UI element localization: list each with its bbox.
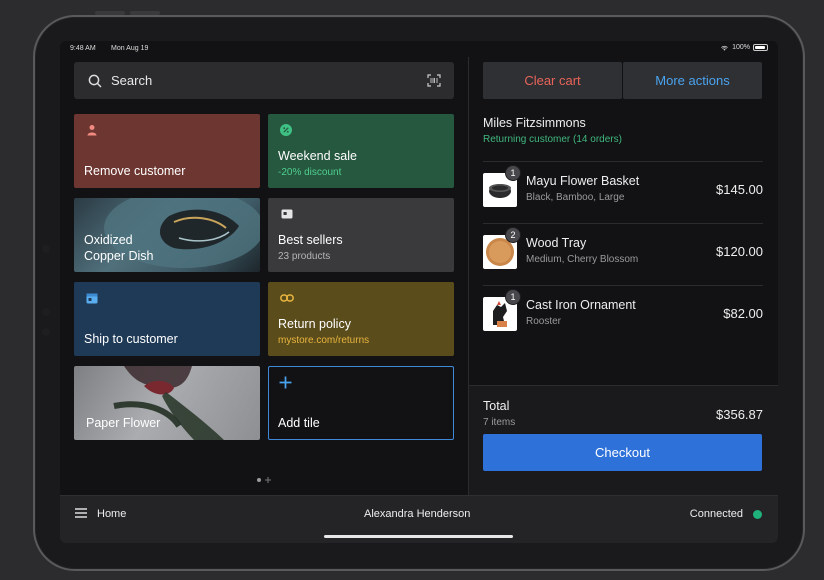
link-icon [280,294,294,302]
tile-grid-pane: Search Remove customer Weekend sale -20%… [60,57,468,495]
cart-pane: Clear cart More actions Miles Fitzsimmon… [469,57,778,495]
tablet-side-sensor [42,328,50,336]
bottom-bar: Home Alexandra Henderson Connected [60,495,778,543]
tile-weekend-sale[interactable]: Weekend sale -20% discount [268,114,454,188]
search-input[interactable]: Search [111,73,152,88]
item-price: $145.00 [716,182,763,197]
tile-label: Ship to customer [84,332,178,346]
tile-label: Oxidized Copper Dish [84,233,154,263]
discount-icon [280,124,292,136]
cart-item[interactable]: 2 Wood Tray Medium, Cherry Blossom $120.… [483,227,763,279]
item-variant: Black, Bamboo, Large [526,192,625,203]
calendar-icon [86,293,98,304]
connection-dot-icon [753,510,762,519]
hamburger-menu-icon[interactable] [75,508,87,518]
home-nav-label[interactable]: Home [97,508,126,520]
total-section: Total 7 items $356.87 Checkout [469,385,778,495]
quantity-badge: 1 [505,289,521,305]
tablet-top-button [95,11,125,15]
tile-paper-flower[interactable]: Paper Flower [74,366,260,440]
checkout-button[interactable]: Checkout [483,434,762,471]
total-item-count: 7 items [483,417,516,428]
plus-page-icon [265,477,271,483]
quantity-badge: 2 [505,227,521,243]
tile-label: Remove customer [84,164,186,178]
item-variant: Rooster [526,316,562,327]
customer-name[interactable]: Miles Fitzsimmons [483,116,586,130]
divider [483,285,763,286]
item-variant: Medium, Cherry Blossom [526,254,639,265]
item-name: Cast Iron Ornament [526,298,636,312]
total-value: $356.87 [716,407,763,422]
person-icon [87,125,97,136]
item-name: Mayu Flower Basket [526,174,640,188]
tile-oxidized-copper-dish[interactable]: Oxidized Copper Dish [74,198,260,272]
battery-icon [753,44,768,51]
tile-sub: 23 products [278,251,331,262]
tile-label: Return policy [278,317,351,331]
tile-best-sellers[interactable]: Best sellers 23 products [268,198,454,272]
tile-sub: mystore.com/returns [278,335,370,346]
tile-return-policy[interactable]: Return policy mystore.com/returns [268,282,454,356]
total-label: Total [483,399,510,413]
cart-item[interactable]: 1 Mayu Flower Basket Black, Bamboo, Larg… [483,165,763,217]
tile-label: Add tile [278,416,320,430]
status-date: Mon Aug 19 [111,45,149,52]
tablet-top-button [130,11,160,15]
item-price: $82.00 [723,306,763,321]
employee-name[interactable]: Alexandra Henderson [364,508,470,520]
page-dot-active [257,478,261,482]
tile-add[interactable]: Add tile [268,366,454,440]
tile-label: Paper Flower [86,416,161,430]
search-bar[interactable]: Search [74,62,454,99]
customer-status: Returning customer (14 orders) [483,134,622,145]
divider [483,223,763,224]
tile-remove-customer[interactable]: Remove customer [74,114,260,188]
wifi-icon [721,45,728,51]
tablet-side-sensor [42,245,50,253]
barcode-scan-icon[interactable] [427,74,441,87]
divider [483,161,763,162]
tile-label: Best sellers [278,233,343,247]
cart-item[interactable]: 1 Cast Iron Ornament Rooster $82.00 [483,289,763,341]
tile-label: Weekend sale [278,149,357,163]
page-indicator[interactable] [257,477,271,483]
screen: 9:48 AM Mon Aug 19 100% Search Remove cu… [60,41,778,543]
tile-ship-to-customer[interactable]: Ship to customer [74,282,260,356]
tablet-side-sensor [42,308,50,316]
search-icon [88,74,102,88]
folder-icon [281,209,293,219]
plus-icon [279,376,292,389]
home-indicator[interactable] [324,535,513,538]
quantity-badge: 1 [505,165,521,181]
more-actions-button[interactable]: More actions [623,62,762,99]
connection-status: Connected [689,508,743,520]
battery-percent: 100% [732,44,750,51]
tile-sub: -20% discount [278,167,342,178]
status-bar: 9:48 AM Mon Aug 19 100% [60,41,778,57]
clear-cart-button[interactable]: Clear cart [483,62,622,99]
item-price: $120.00 [716,244,763,259]
item-name: Wood Tray [526,236,587,250]
status-time: 9:48 AM [70,45,96,52]
